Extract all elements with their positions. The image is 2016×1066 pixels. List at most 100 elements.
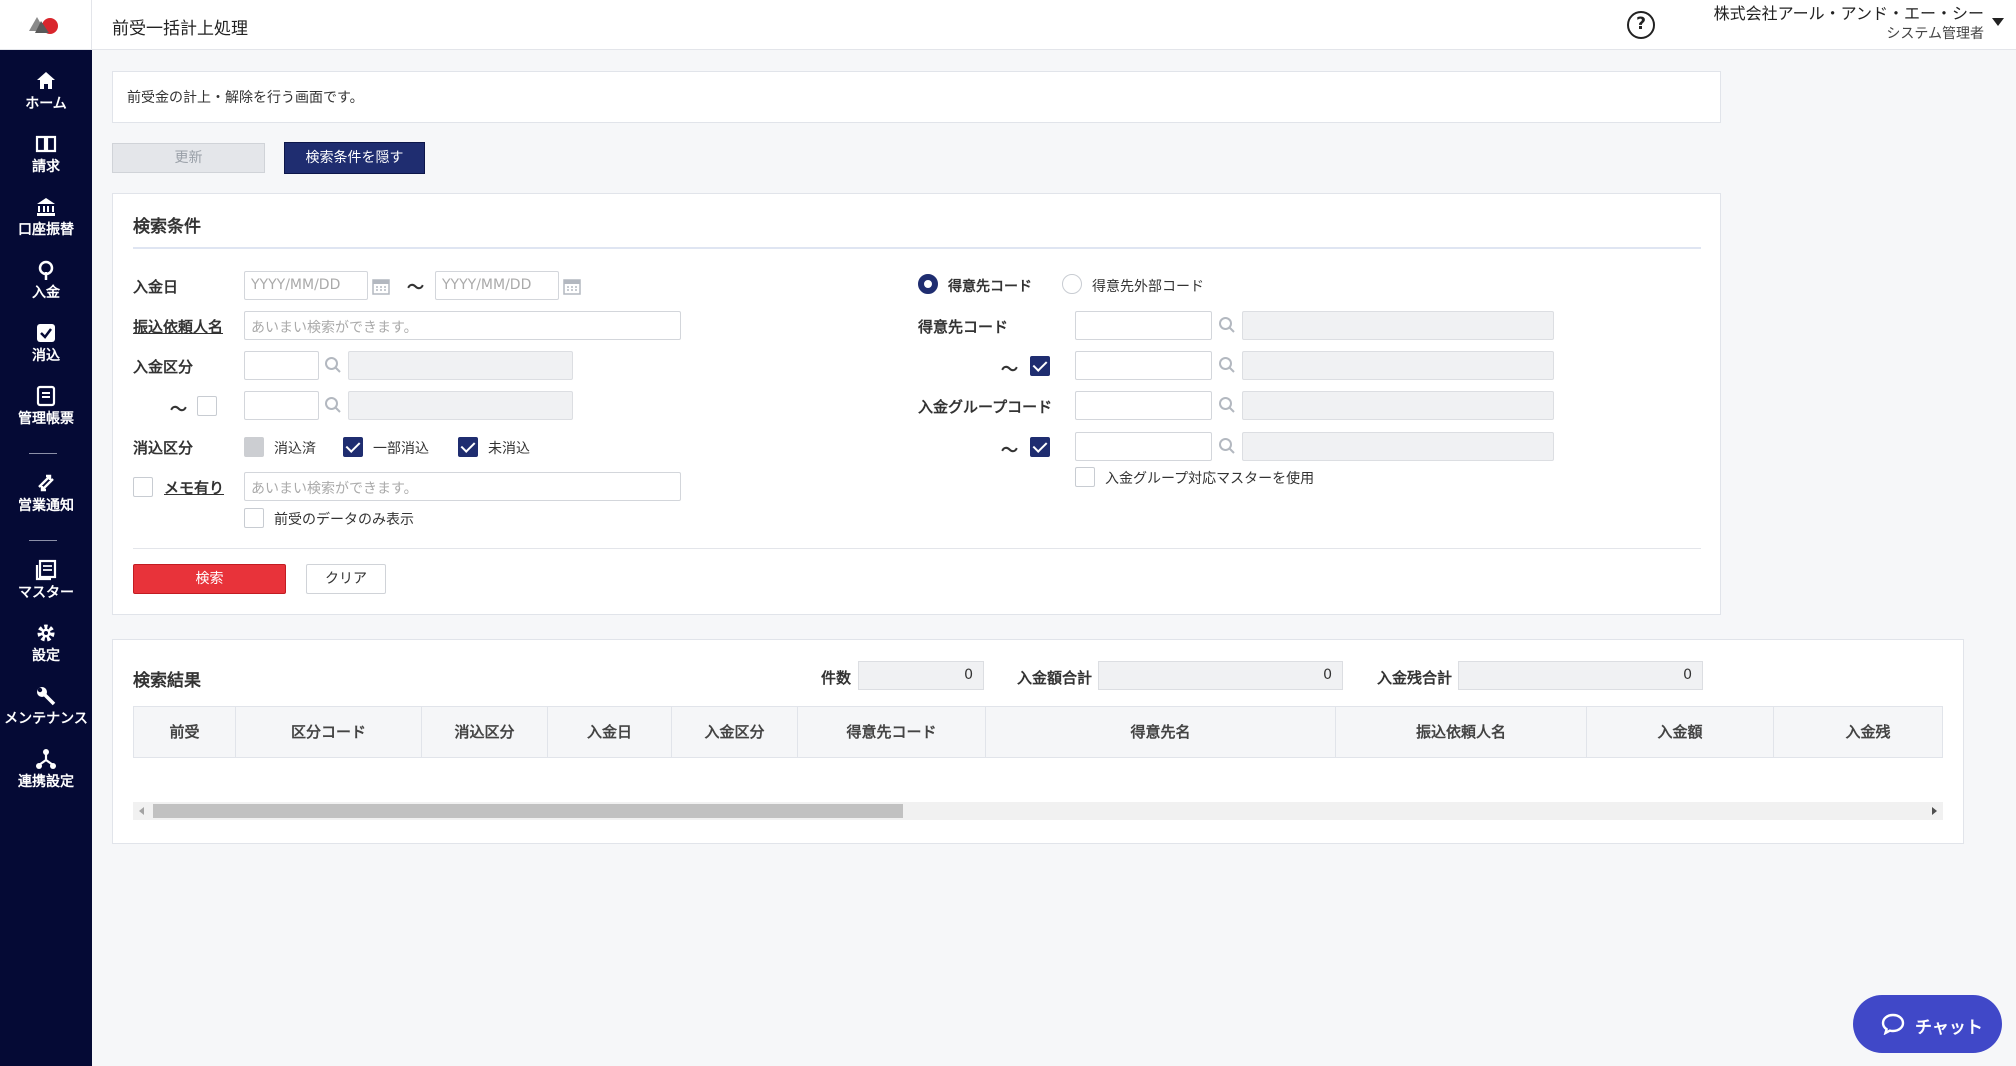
account-dropdown-icon[interactable] <box>1992 18 2004 26</box>
sidebar-item-settings[interactable]: 設定 <box>0 616 92 672</box>
column-header[interactable]: 前受 <box>134 707 236 757</box>
hide-conditions-button[interactable]: 検索条件を隠す <box>284 142 425 174</box>
gear-icon <box>37 624 55 642</box>
deposit-group-to-name <box>1242 432 1554 461</box>
column-header[interactable]: 区分コード <box>236 707 422 757</box>
horizontal-scrollbar[interactable] <box>133 802 1943 820</box>
search-conditions-title: 検索条件 <box>133 217 201 237</box>
app-logo[interactable] <box>0 0 92 50</box>
column-header[interactable]: 得意先コード <box>798 707 986 757</box>
transfer-requester-label[interactable]: 振込依頼人名 <box>133 316 223 337</box>
column-header[interactable]: 振込依頼人名 <box>1336 707 1587 757</box>
memo-checkbox[interactable] <box>133 477 153 497</box>
customer-code-to-name <box>1242 351 1554 380</box>
sidebar-item-billing[interactable]: 請求 <box>0 127 92 183</box>
update-button[interactable]: 更新 <box>112 143 265 173</box>
logo-icon <box>29 17 58 34</box>
customer-code-radio[interactable] <box>918 274 938 294</box>
sidebar-item-sales-notice[interactable]: 営業通知 <box>0 466 92 522</box>
bank-icon <box>37 198 55 216</box>
customer-external-code-radio-label: 得意先外部コード <box>1092 279 1204 295</box>
sidebar-item-deposit[interactable]: 入金 <box>0 253 92 309</box>
sidebar-divider <box>29 540 57 541</box>
sidebar-item-integration[interactable]: 連携設定 <box>0 742 92 798</box>
deposit-date-to-input[interactable]: YYYY/MM/DD <box>435 271 559 300</box>
report-icon <box>36 385 56 407</box>
search-results-title: 検索結果 <box>133 671 201 691</box>
calendar-icon[interactable] <box>372 277 390 295</box>
balance-total-value: 0 <box>1458 661 1703 690</box>
deposit-type-range-checkbox[interactable] <box>197 396 217 416</box>
sidebar-item-label: 入金 <box>32 285 60 301</box>
calendar-icon[interactable] <box>563 277 581 295</box>
search-button[interactable]: 検索 <box>133 564 286 594</box>
exchange-icon <box>38 474 54 492</box>
company-name: 株式会社アール・アンド・エー・シー <box>1713 4 1984 23</box>
use-group-master-checkbox[interactable] <box>1075 467 1095 487</box>
amount-total-label: 入金額合計 <box>1017 669 1093 687</box>
deposit-type-from-input[interactable] <box>244 351 319 380</box>
deposit-type-to-name <box>348 391 573 420</box>
search-icon[interactable] <box>324 356 342 374</box>
customer-code-from-input[interactable] <box>1075 311 1212 340</box>
memo-label[interactable]: メモ有り <box>164 477 224 498</box>
sidebar-item-label: メンテナンス <box>4 711 88 727</box>
count-value: 0 <box>858 661 984 690</box>
deposit-group-range-checkbox[interactable] <box>1030 437 1050 457</box>
sidebar-item-label: 営業通知 <box>18 498 74 514</box>
use-group-master-label: 入金グループ対応マスターを使用 <box>1105 471 1315 487</box>
description-panel: 前受金の計上・解除を行う画面です。 <box>112 71 1721 123</box>
transfer-requester-input[interactable]: あいまい検索ができます。 <box>244 311 681 340</box>
search-icon[interactable] <box>1218 356 1236 374</box>
deposit-group-from-input[interactable] <box>1075 391 1212 420</box>
deposit-date-from-input[interactable]: YYYY/MM/DD <box>244 271 368 300</box>
search-icon[interactable] <box>1218 316 1236 334</box>
sidebar-item-master[interactable]: マスター <box>0 553 92 609</box>
chat-button[interactable]: チャット <box>1853 995 2002 1053</box>
deposit-group-label: 入金グループコード <box>918 398 1053 416</box>
deposit-type-to-input[interactable] <box>244 391 319 420</box>
search-icon[interactable] <box>1218 396 1236 414</box>
customer-external-code-radio[interactable] <box>1062 274 1082 294</box>
balance-total-label: 入金残合計 <box>1377 669 1453 687</box>
search-icon[interactable] <box>1218 437 1236 455</box>
customer-code-to-input[interactable] <box>1075 351 1212 380</box>
sidebar-item-reports[interactable]: 管理帳票 <box>0 379 92 435</box>
network-icon <box>36 749 56 769</box>
range-separator: ～ <box>407 278 424 298</box>
partial-reconciled-checkbox[interactable] <box>343 437 363 457</box>
sidebar-item-label: マスター <box>18 585 74 601</box>
search-results-panel: 検索結果 件数 0 入金額合計 0 入金残合計 0 前受 区分コード 消込区分 … <box>112 639 1964 844</box>
scroll-right-icon[interactable] <box>1932 807 1937 815</box>
amount-total-value: 0 <box>1098 661 1343 690</box>
question-circle-icon[interactable]: ? <box>1627 11 1655 39</box>
column-header[interactable]: 入金区分 <box>672 707 798 757</box>
deposit-group-to-input[interactable] <box>1075 432 1212 461</box>
column-header[interactable]: 入金額 <box>1587 707 1774 757</box>
page-title: 前受一括計上処理 <box>112 19 248 39</box>
wrench-icon <box>37 687 56 706</box>
sidebar-item-home[interactable]: ホーム <box>0 64 92 120</box>
column-header[interactable]: 入金残 <box>1774 707 1962 757</box>
unreconciled-checkbox[interactable] <box>458 437 478 457</box>
deposit-type-from-name <box>348 351 573 380</box>
memo-input[interactable]: あいまい検索ができます。 <box>244 472 681 501</box>
sidebar-item-account-transfer[interactable]: 口座振替 <box>0 190 92 246</box>
section-underline <box>133 247 1701 249</box>
clear-button[interactable]: クリア <box>306 564 386 594</box>
customer-code-radio-label: 得意先コード <box>948 279 1032 295</box>
sidebar-item-maintenance[interactable]: メンテナンス <box>0 679 92 735</box>
reconciled-checkbox[interactable] <box>244 437 264 457</box>
scrollbar-thumb[interactable] <box>153 804 903 818</box>
column-header[interactable]: 得意先名 <box>986 707 1336 757</box>
column-header[interactable]: 入金日 <box>548 707 672 757</box>
search-icon[interactable] <box>324 396 342 414</box>
account-info[interactable]: 株式会社アール・アンド・エー・シー システム管理者 <box>1714 4 1984 44</box>
sidebar-item-reconcile[interactable]: 消込 <box>0 316 92 372</box>
advance-only-checkbox[interactable] <box>244 508 264 528</box>
column-header[interactable]: 消込区分 <box>422 707 548 757</box>
customer-code-range-checkbox[interactable] <box>1030 356 1050 376</box>
coin-icon <box>38 260 54 280</box>
scroll-left-icon[interactable] <box>139 807 144 815</box>
results-table-header: 前受 区分コード 消込区分 入金日 入金区分 得意先コード 得意先名 振込依頼人… <box>133 706 1943 758</box>
